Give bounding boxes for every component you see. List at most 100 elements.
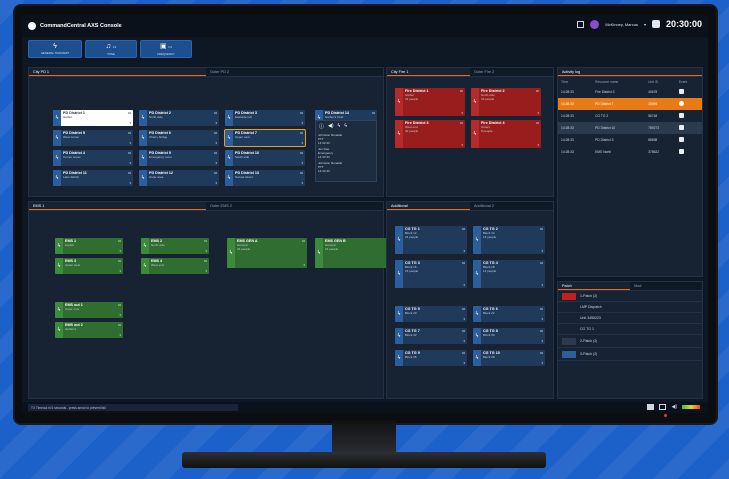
volume-icon[interactable]: ◀) xyxy=(328,123,334,130)
pd-district-3-card[interactable]: ϟ PD District 3 Eastside exit 04 ▾ xyxy=(225,110,305,126)
ems-out-1-card[interactable]: ϟ EMS out 1 Outer rims 04 ▾ xyxy=(55,302,123,318)
chevron-down-icon[interactable]: ▾ xyxy=(541,249,543,253)
fire-district-1-card[interactable]: ϟ Fire District 1 Harbor 24 people 02 ▾ xyxy=(395,88,465,116)
frequency-button[interactable]: ▣ F1 FREQUENCY xyxy=(140,40,192,58)
ems-out-2-card[interactable]: ϟ EMS out 2 Harbor's 04 ▾ xyxy=(55,322,123,338)
cg-tg-7-card[interactable]: ϟ CG TG 7 Block 32 04 ▾ xyxy=(395,328,467,344)
chevron-down-icon[interactable]: ▾ xyxy=(463,283,465,287)
chevron-down-icon[interactable]: ▾ xyxy=(537,143,539,147)
cg-tg-1-card[interactable]: ϟ CG TG 1 Block 12 24 people 04 ▾ xyxy=(395,226,467,254)
chevron-down-icon[interactable]: ▾ xyxy=(463,317,465,321)
chevron-down-icon[interactable]: ▾ xyxy=(303,263,305,267)
info-icon[interactable]: ⓘ xyxy=(319,123,324,130)
tab-outer-pd-2[interactable]: Outer PD 2 xyxy=(206,68,383,76)
patch-item[interactable]: 2-Patch (2) xyxy=(558,335,702,348)
chevron-down-icon[interactable]: ▾ xyxy=(215,161,217,165)
tone-button[interactable]: ♫ 12 TONE xyxy=(85,40,137,58)
pd-district-1-card[interactable]: ϟ PD District 1 Harbor 04 ▾ xyxy=(53,110,133,126)
event-icon[interactable] xyxy=(678,125,684,130)
chevron-down-icon[interactable]: ▾ xyxy=(463,361,465,365)
tab-outer-ems-2[interactable]: Outer EMS 2 xyxy=(206,202,383,210)
log-row[interactable]: 14:28:33 EMS North 378622 xyxy=(558,146,702,158)
volume-icon[interactable]: ◀) xyxy=(671,404,677,410)
patch-item[interactable]: 1-Patch (2) xyxy=(558,291,702,302)
pd-district-7-card[interactable]: ϟ PD District 7 Upper east 04 ▾ xyxy=(224,129,306,147)
chevron-down-icon[interactable]: ▾ xyxy=(301,141,303,145)
chevron-down-icon[interactable]: ▾ xyxy=(301,121,303,125)
chevron-down-icon[interactable]: ▾ xyxy=(301,181,303,185)
tab-mod[interactable]: Mod xyxy=(630,282,702,290)
chevron-down-icon[interactable]: ▾ xyxy=(205,269,207,273)
fire-district-2-card[interactable]: ϟ Fire District 2 North side 16 people 02 ▾ xyxy=(471,88,541,116)
event-icon[interactable] xyxy=(678,113,684,118)
notification-icon[interactable] xyxy=(651,20,660,28)
pd-district-13-card[interactable]: ϟ PD District 13 Sunset street 04 ▾ xyxy=(225,170,305,186)
chevron-down-icon[interactable]: ▾ xyxy=(461,111,463,115)
chevron-down-icon[interactable]: ▾ xyxy=(463,339,465,343)
pd-district-9-card[interactable]: ϟ PD District 9 Emergency room 04 ▾ xyxy=(139,150,219,166)
ems-gen-a-card[interactable]: ϟ EMS GEN A General 24 people 04 ▾ xyxy=(227,238,307,268)
pd-district-11-card[interactable]: ϟ PD District 11 Lake district 04 ▾ xyxy=(53,170,133,186)
pd-district-10-card[interactable]: ϟ PD District 10 South side 04 ▾ xyxy=(225,150,305,166)
chevron-down-icon[interactable]: ▾ xyxy=(541,361,543,365)
ems-4-card[interactable]: ϟ EMS 4 West end 04 ▾ xyxy=(141,258,209,274)
patch-item[interactable]: 3-Patch (2) xyxy=(558,348,702,361)
cg-tg-6-card[interactable]: ϟ CG TG 6 Block 22 04 ▾ xyxy=(473,306,545,322)
chevron-down-icon[interactable]: ▾ xyxy=(537,111,539,115)
cg-tg-9-card[interactable]: ϟ CG TG 9 Block 36 04 ▾ xyxy=(395,350,467,366)
chevron-down-icon[interactable]: ▾ xyxy=(541,283,543,287)
chevron-down-icon[interactable]: ▾ xyxy=(129,161,131,165)
log-row[interactable]: 14:28:33 Fire District 3 40678 xyxy=(558,86,702,98)
chevron-down-icon[interactable]: ▾ xyxy=(463,249,465,253)
chevron-down-icon[interactable]: ▾ xyxy=(215,181,217,185)
ems-3-card[interactable]: ϟ EMS 3 Upper west 04 ▾ xyxy=(55,258,123,274)
tab-additional-2[interactable]: Additional 2 xyxy=(470,202,553,210)
chevron-down-icon[interactable]: ▾ xyxy=(541,339,543,343)
keyboard-icon[interactable] xyxy=(647,404,655,410)
chevron-down-icon[interactable]: ▾ xyxy=(119,269,121,273)
ems-gen-b-card[interactable]: ϟEMS GEN BGeneral16 people04▾ xyxy=(315,238,395,268)
cg-tg-2-card[interactable]: ϟ CG TG 2 Block 14 15 people 04 ▾ xyxy=(473,226,545,254)
fire-district-4-card[interactable]: ϟ Fire District 4 Outers 8 people 04 ▾ xyxy=(471,120,541,148)
tab-city-pd-1[interactable]: City PD 1 xyxy=(29,68,206,76)
avatar[interactable] xyxy=(590,19,600,29)
cg-tg-3-card[interactable]: ϟ CG TG 3 Block 16 16 people 04 ▾ xyxy=(395,260,467,288)
patch-item[interactable]: CG TG 1 xyxy=(558,324,702,335)
chevron-down-icon[interactable]: ▾ xyxy=(205,249,207,253)
user-name[interactable]: McKinney, Marcus xyxy=(605,22,638,27)
chevron-down-icon[interactable]: ▾ xyxy=(129,181,131,185)
event-icon[interactable] xyxy=(678,101,684,106)
monitor-icon[interactable] xyxy=(659,404,667,410)
general-transmit-button[interactable]: ϟ GENERAL TRANSMIT xyxy=(28,40,82,58)
tab-city-fire-1[interactable]: City Fire 1 xyxy=(387,68,470,76)
chevron-down-icon[interactable]: ▾ xyxy=(541,317,543,321)
tab-ems-1[interactable]: EMS 1 xyxy=(29,202,206,210)
ems-1-card[interactable]: ϟ EMS 1 Harbor 04 ▾ xyxy=(55,238,123,254)
pd-district-4-card[interactable]: ϟ PD District 4 Corner street 04 ▾ xyxy=(53,150,133,166)
patch-item[interactable]: Unit 3455223 xyxy=(558,313,702,324)
chevron-down-icon[interactable]: ▾ xyxy=(119,333,121,337)
lightning-icon[interactable]: ϟ xyxy=(344,123,347,130)
log-row[interactable]: 14:28:33 PD District 10 789273 xyxy=(558,122,702,134)
pd-district-5-card[interactable]: ϟ PD District 5 West corner 04 ▾ xyxy=(53,130,133,146)
patch-item[interactable]: LMP Dispatch xyxy=(558,302,702,313)
cg-tg-10-card[interactable]: ϟ CG TG 10 Block 38 04 ▾ xyxy=(473,350,545,366)
tab-additional[interactable]: Additional xyxy=(387,202,470,210)
cg-tg-4-card[interactable]: ϟ CG TG 4 Block 18 12 people 04 ▾ xyxy=(473,260,545,288)
tab-outer-fire-2[interactable]: Outer Fire 2 xyxy=(470,68,553,76)
fire-district-3-card[interactable]: ϟ Fire District 3 West end 40 people 04 ▾ xyxy=(395,120,465,148)
chevron-down-icon[interactable]: ▾ xyxy=(215,121,217,125)
chevron-down-icon[interactable]: ▾ xyxy=(644,22,646,27)
cg-tg-5-card[interactable]: ϟ CG TG 5 Block 20 04 ▾ xyxy=(395,306,467,322)
chevron-down-icon[interactable]: ▾ xyxy=(301,161,303,165)
log-row[interactable]: 14:28:33 PD District 3 88698 xyxy=(558,134,702,146)
recent-call-item[interactable]: Johnston Ronaldo PTT 14:32:33 xyxy=(316,132,376,146)
chevron-down-icon[interactable]: ▾ xyxy=(119,313,121,317)
chevron-down-icon[interactable]: ▾ xyxy=(129,121,131,125)
chevron-down-icon[interactable]: ▾ xyxy=(129,141,131,145)
pd-district-12-card[interactable]: ϟ PD District 12 Outer area 04 ▾ xyxy=(139,170,219,186)
cg-tg-8-card[interactable]: ϟ CG TG 8 Block 34 04 ▾ xyxy=(473,328,545,344)
chevron-down-icon[interactable]: ▾ xyxy=(215,141,217,145)
tab-patch[interactable]: Patch xyxy=(558,282,630,290)
recent-call-item[interactable]: Johnston Ronaldo PTT 14:32:33 xyxy=(316,160,376,174)
